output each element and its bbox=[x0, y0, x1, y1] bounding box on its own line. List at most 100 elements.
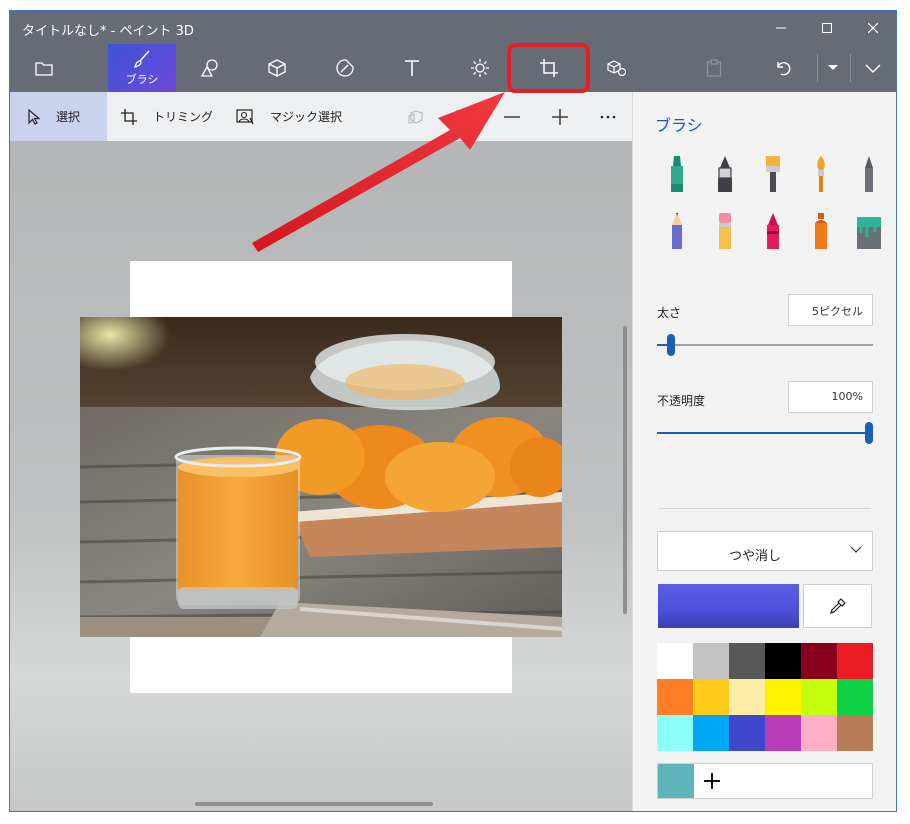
tool-3d-library[interactable] bbox=[583, 44, 651, 92]
add-color-button[interactable] bbox=[700, 769, 724, 793]
palette-swatch[interactable] bbox=[801, 679, 837, 715]
palette-swatch[interactable] bbox=[729, 643, 765, 679]
caret-down-icon bbox=[828, 65, 838, 70]
magic-select-icon bbox=[236, 108, 254, 124]
menu-button[interactable] bbox=[10, 44, 78, 92]
watercolor-brush-icon bbox=[817, 156, 825, 192]
canvas-area[interactable] bbox=[10, 141, 632, 811]
eraser-icon bbox=[719, 213, 731, 249]
brush-side-panel: ブラシ 太さ 5ピクセル 不透明度 100% つや消し bbox=[632, 92, 896, 811]
palette-swatch[interactable] bbox=[765, 643, 801, 679]
brush-watercolor[interactable] bbox=[801, 152, 841, 196]
custom-color-swatch[interactable] bbox=[658, 764, 694, 798]
palette-swatch[interactable] bbox=[837, 679, 873, 715]
sticker-stamp-icon bbox=[456, 109, 472, 124]
vertical-scrollbar[interactable] bbox=[623, 326, 627, 614]
palette-swatch[interactable] bbox=[693, 679, 729, 715]
brush-marker[interactable] bbox=[657, 152, 697, 196]
close-button[interactable] bbox=[850, 11, 896, 44]
thickness-input[interactable]: 5ピクセル bbox=[788, 294, 873, 326]
main-toolbar: ブラシ bbox=[10, 44, 896, 92]
cube-icon bbox=[268, 59, 286, 77]
custom-colors-row bbox=[657, 763, 873, 799]
palette-swatch[interactable] bbox=[765, 679, 801, 715]
tool-effects[interactable] bbox=[446, 44, 514, 92]
tool-text[interactable] bbox=[378, 44, 446, 92]
crop-icon bbox=[121, 108, 137, 125]
maximize-button[interactable] bbox=[804, 11, 850, 44]
crayon-icon bbox=[767, 213, 779, 249]
opacity-slider-thumb[interactable] bbox=[865, 422, 873, 444]
title-bar: タイトルなし* - ペイント 3D bbox=[10, 11, 896, 44]
history-dropdown-button[interactable] bbox=[816, 44, 850, 92]
palette-swatch[interactable] bbox=[657, 715, 693, 751]
brush-calligraphy-pen[interactable] bbox=[705, 152, 745, 196]
opacity-label: 不透明度 bbox=[657, 394, 706, 408]
tool-2d-shapes[interactable] bbox=[176, 44, 244, 92]
undo-button[interactable] bbox=[749, 44, 817, 92]
shapes-2d-icon bbox=[200, 59, 218, 77]
brush-tool-label: ブラシ bbox=[125, 73, 159, 86]
marker-icon bbox=[671, 156, 683, 192]
paste-button[interactable] bbox=[680, 44, 748, 92]
brush-fill-bucket[interactable] bbox=[849, 209, 889, 253]
oil-brush-icon bbox=[766, 156, 780, 192]
palette-swatch[interactable] bbox=[693, 643, 729, 679]
tool-3d-shapes[interactable] bbox=[243, 44, 311, 92]
minimize-button[interactable] bbox=[758, 11, 804, 44]
panel-title: ブラシ bbox=[655, 116, 703, 135]
brush-crayon[interactable] bbox=[753, 209, 793, 253]
selection-toolbar: 選択 トリミング マジック選択 bbox=[10, 92, 632, 141]
clipboard-icon bbox=[706, 59, 722, 77]
crop-button[interactable]: トリミング bbox=[121, 92, 221, 141]
palette-swatch[interactable] bbox=[657, 679, 693, 715]
palette-swatch[interactable] bbox=[837, 715, 873, 751]
chevron-down-icon bbox=[850, 546, 862, 553]
brush-pixel-pen[interactable] bbox=[849, 152, 889, 196]
opacity-slider-fill bbox=[657, 432, 869, 434]
thickness-slider-thumb[interactable] bbox=[667, 334, 676, 356]
plus-icon bbox=[552, 108, 568, 125]
sticker-icon bbox=[336, 59, 354, 77]
brush-pencil[interactable] bbox=[657, 209, 697, 253]
opacity-slider[interactable] bbox=[657, 422, 873, 444]
undo-icon bbox=[777, 61, 791, 76]
horizontal-scrollbar[interactable] bbox=[195, 802, 433, 806]
palette-swatch[interactable] bbox=[729, 715, 765, 751]
library-3d-icon bbox=[607, 60, 627, 77]
palette-swatch[interactable] bbox=[801, 643, 837, 679]
tool-stickers[interactable] bbox=[311, 44, 379, 92]
finish-dropdown-value: つや消し bbox=[728, 549, 781, 564]
select-button[interactable]: 選択 bbox=[10, 92, 107, 141]
brush-eraser[interactable] bbox=[705, 209, 745, 253]
canvas-photo-orange-juice[interactable] bbox=[80, 317, 562, 637]
make-3d-button[interactable] bbox=[396, 92, 436, 141]
tool-brush[interactable]: ブラシ bbox=[108, 44, 176, 92]
palette-swatch[interactable] bbox=[729, 679, 765, 715]
palette-swatch[interactable] bbox=[657, 643, 693, 679]
opacity-input[interactable]: 100% bbox=[788, 381, 873, 413]
brush-spray-can[interactable] bbox=[801, 209, 841, 253]
color-palette bbox=[657, 643, 873, 751]
select-label: 選択 bbox=[56, 110, 81, 124]
zoom-out-button[interactable] bbox=[492, 92, 532, 141]
more-options-button[interactable] bbox=[588, 92, 628, 141]
current-color-swatch[interactable] bbox=[658, 584, 799, 628]
magic-select-button[interactable]: マジック選択 bbox=[236, 92, 366, 141]
palette-swatch[interactable] bbox=[837, 643, 873, 679]
panel-divider bbox=[659, 508, 871, 509]
thickness-slider[interactable] bbox=[657, 334, 873, 356]
eyedropper-button[interactable] bbox=[803, 584, 872, 628]
spray-can-icon bbox=[815, 213, 827, 249]
palette-swatch[interactable] bbox=[693, 715, 729, 751]
close-icon bbox=[868, 22, 878, 33]
brush-oil[interactable] bbox=[753, 152, 793, 196]
palette-swatch[interactable] bbox=[765, 715, 801, 751]
finish-dropdown[interactable]: つや消し bbox=[657, 531, 873, 571]
zoom-in-button[interactable] bbox=[540, 92, 580, 141]
palette-swatch[interactable] bbox=[801, 715, 837, 751]
paint3d-window: タイトルなし* - ペイント 3D ブラシ 選択 トリミング マジック選択 ブラ… bbox=[9, 10, 897, 812]
text-icon bbox=[405, 60, 419, 76]
sticker-button[interactable] bbox=[444, 92, 484, 141]
expand-toolbar-button[interactable] bbox=[850, 44, 896, 92]
